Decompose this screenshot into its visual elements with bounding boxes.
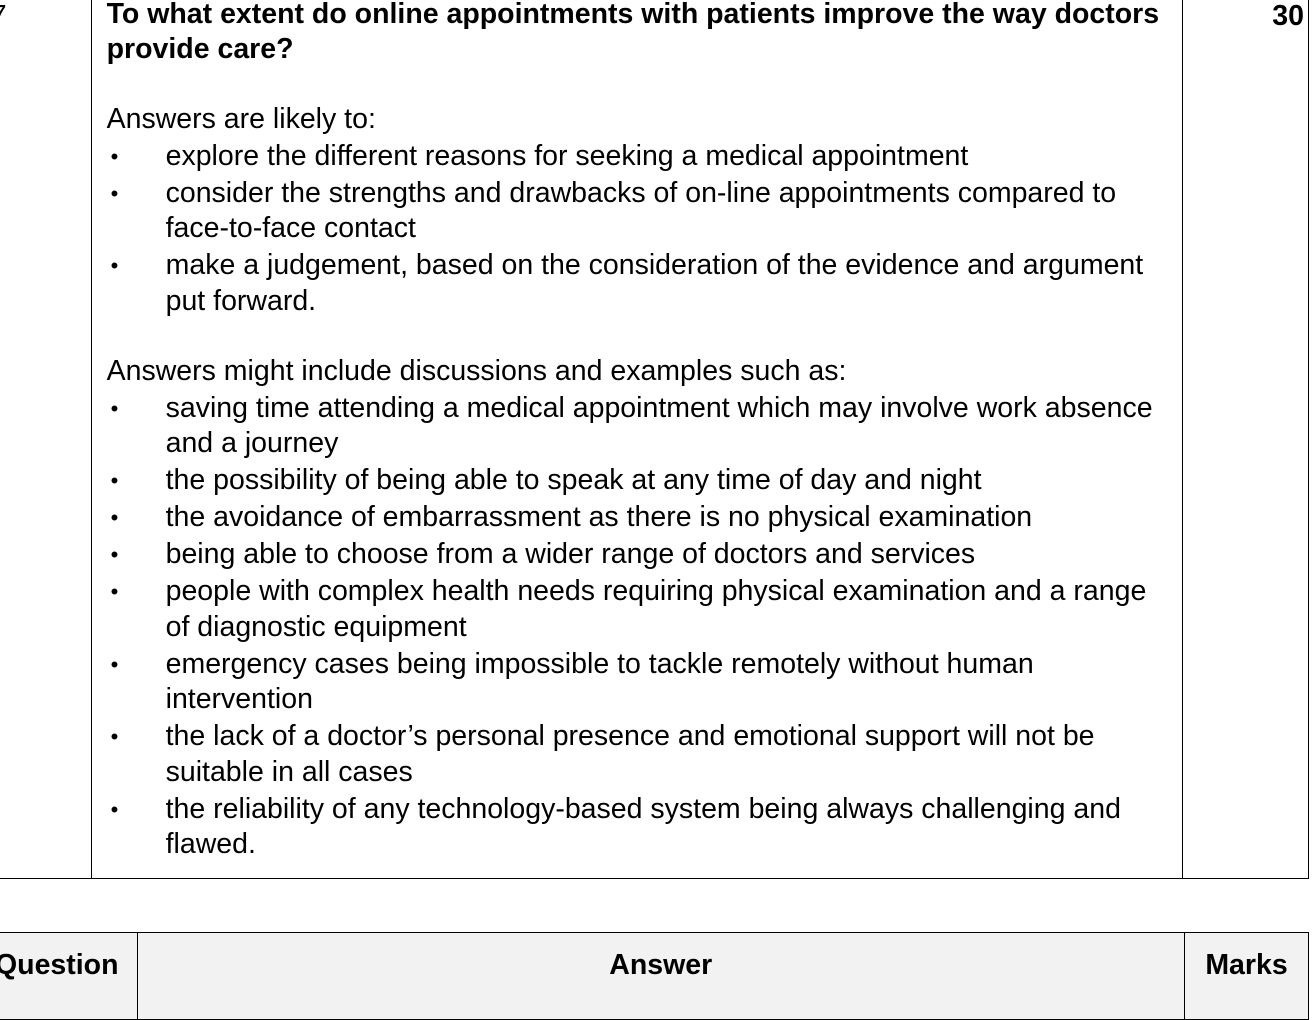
list-item: • consider the strengths and drawbacks of… xyxy=(110,176,1117,245)
list-item: • make a judgement, based on the consider… xyxy=(110,249,1144,317)
question-row: 7 To what extent do online appointments … xyxy=(0,0,1309,879)
list-item: • emergency cases being impossible to tac… xyxy=(110,647,1034,716)
marks-value: 30 xyxy=(1272,0,1304,32)
list-item: • the avoidance of embarrassment as there… xyxy=(107,500,1167,536)
bullet-icon: • xyxy=(110,505,119,530)
question-column-header: Question xyxy=(0,932,138,1020)
question-text: To what extent do online appointments wi… xyxy=(106,0,1160,65)
answer-cell: To what extent do online appointments wi… xyxy=(90,0,1184,879)
bullet-icon: • xyxy=(110,542,119,567)
mark-scheme-header-table: Question Answer Marks xyxy=(0,932,1309,1020)
answer-column-header: Answer xyxy=(136,932,1186,1020)
list-item: • explore the different reasons for seeki… xyxy=(107,139,1167,175)
list-item: • the possibility of being able to speak … xyxy=(107,463,1167,499)
bullet-icon: • xyxy=(110,796,119,822)
list-item: • saving time attending a medical appoint… xyxy=(110,391,1153,460)
bullet-icon: • xyxy=(110,143,119,169)
might-include-intro: Answers might include discussions and ex… xyxy=(106,355,847,387)
might-include-list: • saving time attending a medical appoint… xyxy=(107,391,1167,863)
bullet-icon: • xyxy=(110,468,119,493)
header-row: Question Answer Marks xyxy=(0,932,1309,1020)
mark-scheme-row-table: 7 To what extent do online appointments … xyxy=(0,0,1309,879)
list-item: • people with complex health needs requir… xyxy=(110,575,1147,643)
list-item: • being able to choose from a wider range… xyxy=(107,537,1167,573)
bullet-icon: • xyxy=(110,395,119,421)
bullet-icon: • xyxy=(110,180,119,206)
bullet-icon: • xyxy=(110,651,119,677)
list-item: • the lack of a doctor’s personal presenc… xyxy=(110,720,1095,788)
marks-column-header: Marks xyxy=(1184,932,1309,1020)
bullet-icon: • xyxy=(110,253,119,278)
question-number-cell: 7 xyxy=(0,0,92,879)
likely-points-list: • explore the different reasons for seeki… xyxy=(107,139,1167,320)
likely-intro: Answers are likely to: xyxy=(106,103,376,135)
bullet-icon: • xyxy=(110,579,119,604)
marks-cell: 30 xyxy=(1182,0,1309,879)
list-item: • the reliability of any technology-based… xyxy=(110,792,1121,861)
question-number: 7 xyxy=(0,0,7,33)
bullet-icon: • xyxy=(110,724,119,749)
